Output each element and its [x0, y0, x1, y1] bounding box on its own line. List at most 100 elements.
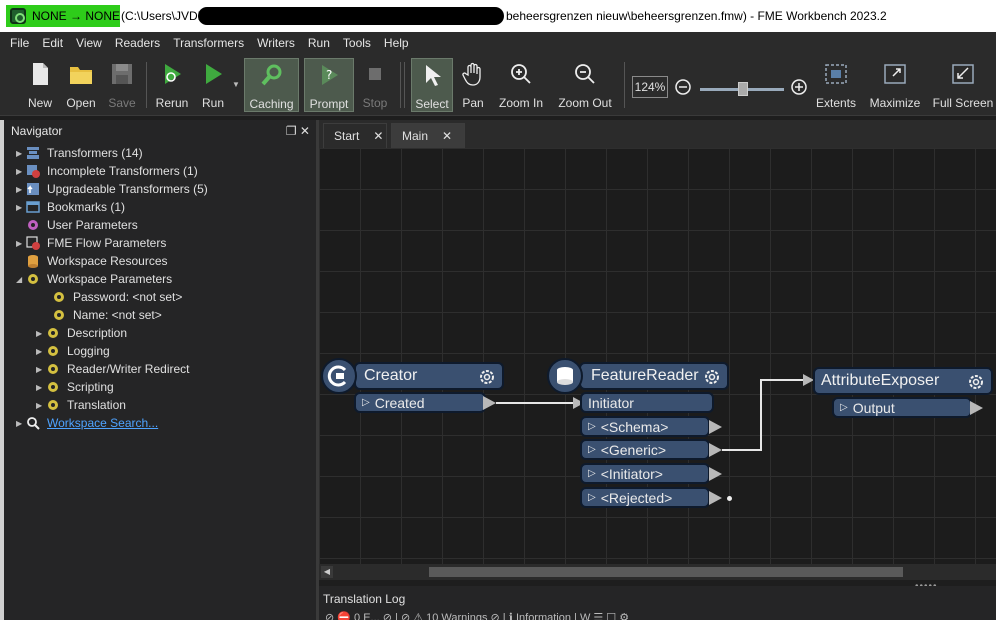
- zoom-level-box[interactable]: 124%: [632, 76, 668, 98]
- floppy-disk-icon: [112, 64, 132, 84]
- gear-icon[interactable]: [703, 368, 721, 386]
- output-port-arrow[interactable]: [709, 491, 722, 505]
- run-dropdown-icon[interactable]: ▼: [232, 80, 240, 89]
- expand-arrow-icon[interactable]: ▶: [16, 239, 26, 248]
- port-rejected[interactable]: ▷ <Rejected>: [580, 487, 710, 508]
- expand-arrow-icon[interactable]: ▶: [16, 149, 26, 158]
- creator-icon: [321, 358, 357, 394]
- save-button[interactable]: Save: [104, 58, 140, 112]
- menu-tools[interactable]: Tools: [343, 36, 371, 50]
- menu-file[interactable]: File: [10, 36, 29, 50]
- zoom-minus-icon[interactable]: [674, 78, 692, 96]
- expand-arrow-icon[interactable]: ▶: [36, 329, 46, 338]
- menu-view[interactable]: View: [76, 36, 102, 50]
- stop-button[interactable]: Stop: [358, 58, 392, 112]
- close-icon[interactable]: ✕: [442, 129, 452, 143]
- nav-item-reader-writer-redirect[interactable]: ▶ Reader/Writer Redirect: [36, 360, 189, 378]
- menu-writers[interactable]: Writers: [257, 36, 295, 50]
- collapse-arrow-icon[interactable]: ◢: [16, 275, 26, 284]
- scroll-left-arrow-icon[interactable]: ◀: [321, 566, 333, 578]
- nav-item-name[interactable]: Name: <not set>: [52, 306, 162, 324]
- port-generic[interactable]: ▷ <Generic>: [580, 439, 710, 460]
- nav-item-user-parameters[interactable]: User Parameters: [26, 216, 138, 234]
- scrollbar-thumb[interactable]: [429, 567, 903, 577]
- port-output[interactable]: ▷ Output: [832, 397, 972, 418]
- open-button[interactable]: Open: [62, 58, 100, 112]
- output-port-arrow[interactable]: [709, 420, 722, 434]
- parameter-gear-icon: [52, 290, 66, 304]
- creator-transformer[interactable]: Creator: [354, 362, 504, 390]
- maximize-button[interactable]: Maximize: [866, 58, 924, 112]
- close-icon[interactable]: ✕: [373, 129, 383, 143]
- full-screen-button[interactable]: Full Screen: [932, 58, 994, 112]
- port-initiator-output[interactable]: ▷ <Initiator>: [580, 463, 710, 484]
- gear-icon[interactable]: [967, 373, 985, 391]
- parameter-gear-icon: [46, 326, 60, 340]
- zoom-slider-thumb[interactable]: [738, 82, 748, 96]
- caching-button[interactable]: Caching: [244, 58, 299, 112]
- expand-arrow-icon[interactable]: ▶: [16, 185, 26, 194]
- expand-arrow-icon[interactable]: ▶: [16, 203, 26, 212]
- featurereader-transformer[interactable]: FeatureReader: [579, 362, 729, 390]
- nav-item-translation[interactable]: ▶ Translation: [36, 396, 126, 414]
- menu-help[interactable]: Help: [384, 36, 409, 50]
- port-created[interactable]: ▷ Created: [354, 392, 486, 413]
- zoom-plus-icon[interactable]: [790, 78, 808, 96]
- expand-arrow-icon[interactable]: ▶: [36, 347, 46, 356]
- output-port-arrow[interactable]: [709, 467, 722, 481]
- expand-arrow-icon[interactable]: ▶: [36, 383, 46, 392]
- caching-magnifier-icon: [260, 64, 281, 86]
- nav-item-workspace-search[interactable]: ▶ Workspace Search...: [16, 414, 158, 432]
- nav-item-fme-flow-parameters[interactable]: ▶ FME Flow Parameters: [16, 234, 166, 252]
- port-initiator-input[interactable]: Initiator: [580, 392, 714, 413]
- new-button[interactable]: New: [22, 58, 58, 112]
- pan-button[interactable]: Pan: [458, 58, 488, 112]
- menu-run[interactable]: Run: [308, 36, 330, 50]
- expand-arrow-icon[interactable]: ▶: [16, 167, 26, 176]
- nav-item-upgradeable-transformers[interactable]: ▶ Upgradeable Transformers (5): [16, 180, 208, 198]
- fme-logo-icon: [10, 8, 26, 24]
- nav-item-incomplete-transformers[interactable]: ▶ Incomplete Transformers (1): [16, 162, 198, 180]
- port-schema[interactable]: ▷ <Schema>: [580, 416, 710, 437]
- toolbar-separator: [404, 62, 405, 108]
- tab-start[interactable]: Start ✕: [323, 123, 387, 148]
- zoom-out-button[interactable]: Zoom Out: [554, 58, 616, 112]
- output-port-arrow[interactable]: [970, 401, 983, 415]
- menu-edit[interactable]: Edit: [42, 36, 63, 50]
- gear-icon[interactable]: [478, 368, 496, 386]
- attributeexposer-transformer[interactable]: AttributeExposer: [813, 367, 993, 395]
- run-button[interactable]: Run: [196, 58, 230, 112]
- panel-float-close-icons[interactable]: ❐ ✕: [286, 124, 310, 138]
- extents-button[interactable]: Extents: [812, 58, 860, 112]
- title-prefix: NONE → NONE: [32, 9, 121, 23]
- nav-item-password[interactable]: Password: <not set>: [52, 288, 182, 306]
- output-port-arrow[interactable]: [709, 443, 722, 457]
- nav-item-workspace-parameters[interactable]: ◢ Workspace Parameters: [16, 270, 172, 288]
- expand-arrow-icon[interactable]: ▶: [36, 365, 46, 374]
- tab-main[interactable]: Main ✕: [391, 123, 465, 148]
- nav-item-logging[interactable]: ▶ Logging: [36, 342, 110, 360]
- menu-readers[interactable]: Readers: [115, 36, 160, 50]
- zoom-in-button[interactable]: Zoom In: [495, 58, 547, 112]
- expand-arrow-icon[interactable]: ▶: [36, 401, 46, 410]
- parameter-gear-icon: [46, 344, 60, 358]
- extents-icon: [825, 64, 847, 84]
- nav-item-transformers[interactable]: ▶ Transformers (14): [16, 144, 143, 162]
- nav-item-workspace-resources[interactable]: Workspace Resources: [26, 252, 168, 270]
- nav-item-bookmarks[interactable]: ▶ Bookmarks (1): [16, 198, 125, 216]
- workspace-resources-icon: [26, 254, 40, 268]
- prompt-button[interactable]: ? Prompt: [304, 58, 354, 112]
- output-port-arrow[interactable]: [483, 396, 496, 410]
- fme-flow-parameters-icon: [26, 236, 40, 250]
- expand-arrow-icon[interactable]: ▶: [16, 419, 26, 428]
- rerun-button[interactable]: Rerun: [152, 58, 192, 112]
- select-button[interactable]: Select: [411, 58, 453, 112]
- workspace-canvas[interactable]: Creator ▷ Created FeatureReader Initiato…: [319, 148, 996, 564]
- nav-item-description[interactable]: ▶ Description: [36, 324, 127, 342]
- log-filter-toolbar[interactable]: ⊘ ⛔ 0 E... ⊘ | ⊘ ⚠ 10 Warnings ⊘ | ℹ Inf…: [325, 611, 629, 620]
- canvas-horizontal-scrollbar[interactable]: ◀: [319, 564, 996, 580]
- expand-triangle-icon: ▷: [588, 492, 596, 503]
- menu-transformers[interactable]: Transformers: [173, 36, 244, 50]
- connection-generic-to-exposer[interactable]: [722, 379, 803, 451]
- nav-item-scripting[interactable]: ▶ Scripting: [36, 378, 114, 396]
